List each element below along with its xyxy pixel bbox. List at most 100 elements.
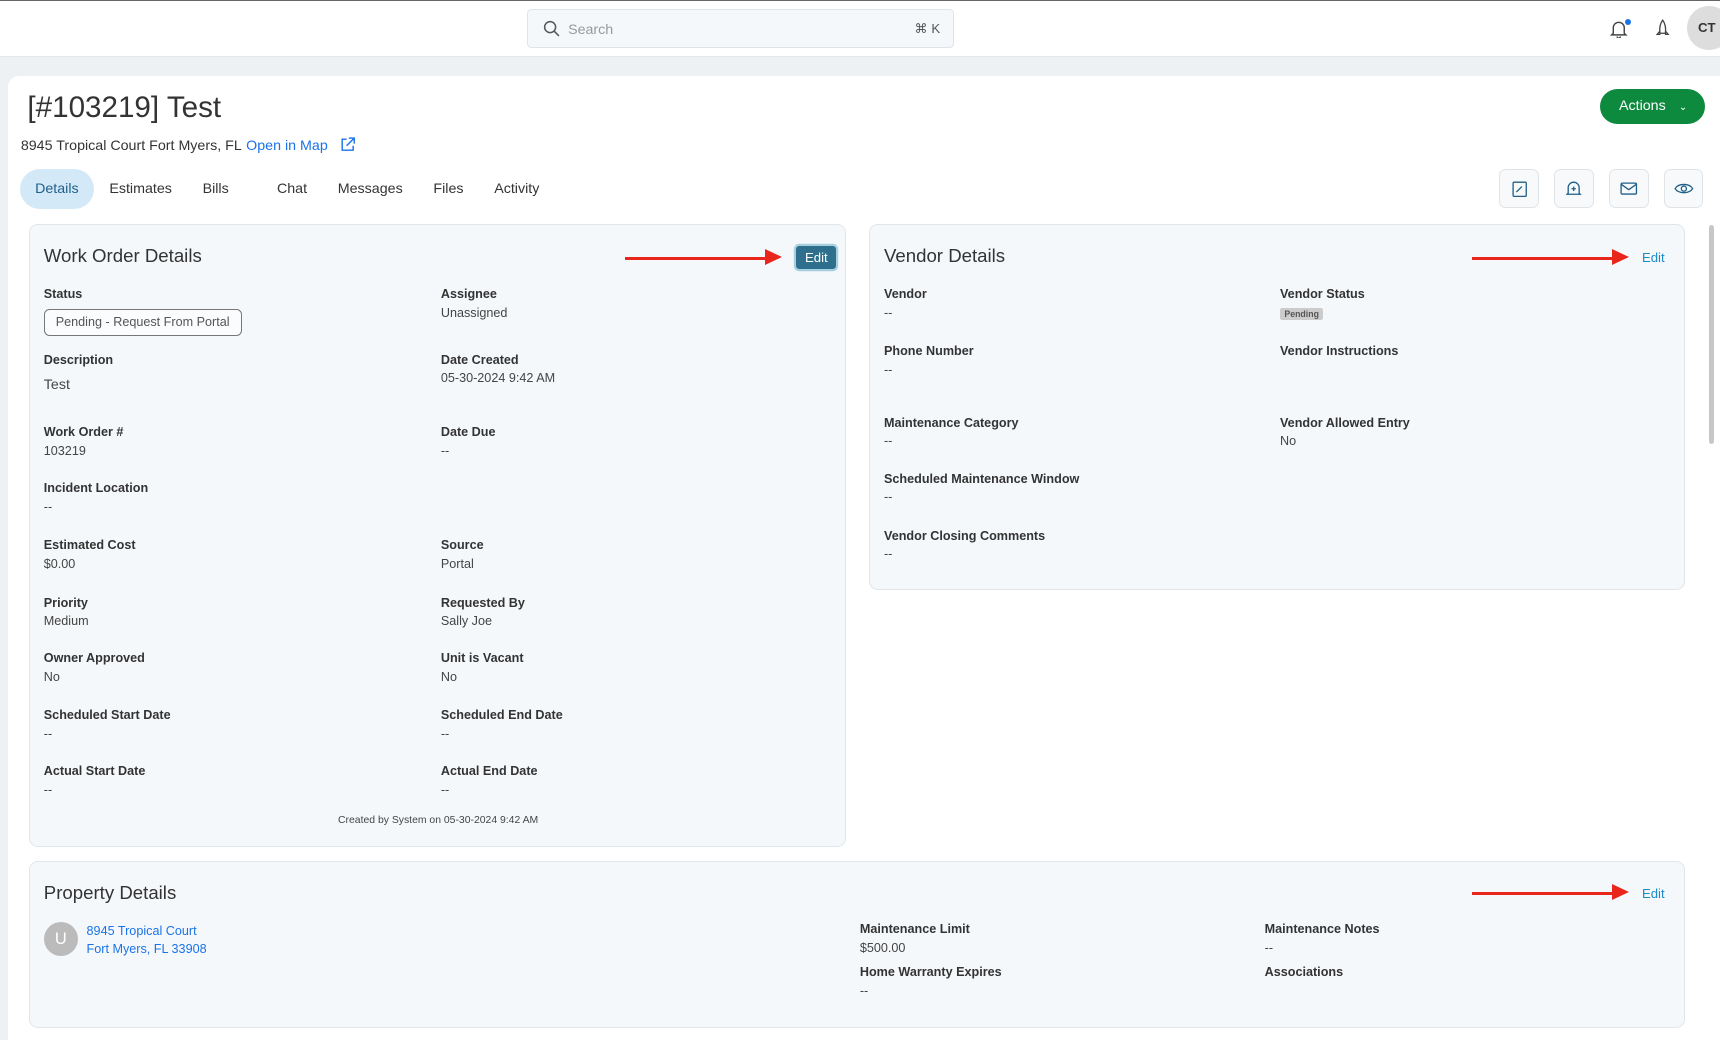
field-label: Assignee <box>441 287 508 301</box>
field-value: -- <box>884 434 1019 448</box>
watch-button[interactable] <box>1664 169 1703 208</box>
field-value: -- <box>860 984 1002 998</box>
field-value-text: Sally Joe <box>441 614 492 628</box>
field: Actual End Date -- <box>441 764 538 796</box>
field: Maintenance Notes -- <box>1265 922 1380 954</box>
field-value-text: Test <box>44 377 70 393</box>
field-label: Associations <box>1265 965 1343 979</box>
field-value-text: -- <box>884 547 892 561</box>
tab-chat[interactable]: Chat <box>262 169 323 210</box>
field-value-text: Medium <box>44 614 89 628</box>
field-value-text: -- <box>44 783 52 797</box>
rocket-icon[interactable] <box>1655 19 1670 39</box>
page-title: [#103219] Test <box>27 91 221 125</box>
field-value-text: -- <box>884 434 892 448</box>
field: Status Pending - Request From Portal <box>44 287 242 336</box>
field-label: Scheduled Start Date <box>44 708 171 722</box>
field-value-text: -- <box>860 984 868 998</box>
field-label: Priority <box>44 596 89 610</box>
field-value-text: 103219 <box>44 444 86 458</box>
field: Vendor Allowed EntryNo <box>1280 416 1410 448</box>
property-link[interactable]: 8945 Tropical CourtFort Myers, FL 33908 <box>87 923 207 958</box>
field: Vendor Closing Comments -- <box>884 529 1045 561</box>
field-value: No <box>441 670 524 684</box>
field: Phone Number-- <box>884 344 974 376</box>
field-value: -- <box>884 490 1079 504</box>
field-value-text: -- <box>441 783 449 797</box>
field-value-text: Pending <box>1280 308 1323 320</box>
field-label: Requested By <box>441 596 525 610</box>
actions-button[interactable]: Actions⌄ <box>1600 89 1704 124</box>
field-label: Vendor Closing Comments <box>884 529 1045 543</box>
field-value: Pending <box>1280 306 1365 320</box>
field: Incident Location-- <box>44 481 148 513</box>
field-value-text: No <box>1280 434 1296 448</box>
field-label: Status <box>44 287 242 301</box>
field: Assignee Unassigned <box>441 287 508 319</box>
field: Vendor-- <box>884 287 927 319</box>
field-value-text: 05-30-2024 9:42 AM <box>441 371 555 385</box>
actions-label: Actions <box>1619 98 1666 114</box>
field-label: Maintenance Notes <box>1265 922 1380 936</box>
field-value: Pending - Request From Portal <box>44 306 242 336</box>
created-by-footer: Created by System on 05-30-2024 9:42 AM <box>30 815 847 826</box>
field-label: Maintenance Limit <box>860 922 970 936</box>
edit-vendor-button[interactable]: Edit <box>1642 250 1665 265</box>
search-icon <box>543 20 561 38</box>
field-value: Medium <box>44 614 89 628</box>
tab-details[interactable]: Details <box>20 169 94 210</box>
task-button[interactable] <box>1499 169 1538 208</box>
mail-icon <box>1620 182 1638 195</box>
field-value: Unassigned <box>441 306 508 320</box>
field-value: 103219 <box>44 444 124 458</box>
field-value: -- <box>441 444 496 458</box>
field-value-text: $0.00 <box>44 557 76 571</box>
field-label: Scheduled Maintenance Window <box>884 472 1079 486</box>
field-value: Sally Joe <box>441 614 525 628</box>
field: Actual Start Date-- <box>44 764 146 796</box>
edit-property-button[interactable]: Edit <box>1642 886 1665 901</box>
card-title: Work Order Details <box>44 245 202 267</box>
search-input[interactable]: Search ⌘ K <box>527 9 955 48</box>
field-label: Vendor Instructions <box>1280 344 1398 358</box>
field: Associations <box>1265 965 1343 983</box>
field-value-text: -- <box>1265 941 1273 955</box>
field-value-text: -- <box>884 306 892 320</box>
field-value: -- <box>884 306 927 320</box>
property-details-card: Property Details Edit U 8945 Tropical Co… <box>29 861 1685 1028</box>
tab-activity[interactable]: Activity <box>479 169 555 210</box>
field: Unit is Vacant No <box>441 651 524 683</box>
field-value-text: -- <box>884 490 892 504</box>
field-label: Actual End Date <box>441 764 538 778</box>
field-value: $500.00 <box>860 941 970 955</box>
field: DescriptionTest <box>44 353 113 393</box>
edit-work-order-button[interactable]: Edit <box>796 246 836 270</box>
vendor-details-card: Vendor Details Edit Vendor--Vendor Statu… <box>869 224 1685 590</box>
tab-files[interactable]: Files <box>418 169 479 210</box>
field-value: No <box>1280 434 1410 448</box>
field: Scheduled Maintenance Window -- <box>884 472 1079 504</box>
annotation-arrow <box>1472 257 1622 260</box>
external-link-icon[interactable] <box>340 137 355 152</box>
reminder-button[interactable] <box>1554 169 1593 208</box>
field-value-text: -- <box>44 727 52 741</box>
user-avatar[interactable]: CT <box>1687 6 1720 50</box>
open-in-map-link[interactable]: Open in Map <box>246 138 328 154</box>
search-shortcut: ⌘ K <box>915 21 941 37</box>
property-address-line2[interactable]: Fort Myers, FL 33908 <box>87 941 207 959</box>
scrollbar[interactable] <box>1709 225 1714 444</box>
field-value: -- <box>441 727 563 741</box>
field-label: Date Due <box>441 425 496 439</box>
tab-estimates[interactable]: Estimates <box>94 169 187 210</box>
field-value: 05-30-2024 9:42 AM <box>441 371 555 385</box>
field-value: -- <box>44 783 146 797</box>
tab-messages[interactable]: Messages <box>322 169 418 210</box>
field: Maintenance Category-- <box>884 416 1019 448</box>
field-label: Unit is Vacant <box>441 651 524 665</box>
field-value-text: -- <box>441 727 449 741</box>
tab-bills[interactable]: Bills <box>187 169 261 210</box>
field-value-text: Unassigned <box>441 306 508 320</box>
field-label: Work Order # <box>44 425 124 439</box>
property-address-line1[interactable]: 8945 Tropical Court <box>87 923 207 941</box>
email-button[interactable] <box>1609 169 1648 208</box>
